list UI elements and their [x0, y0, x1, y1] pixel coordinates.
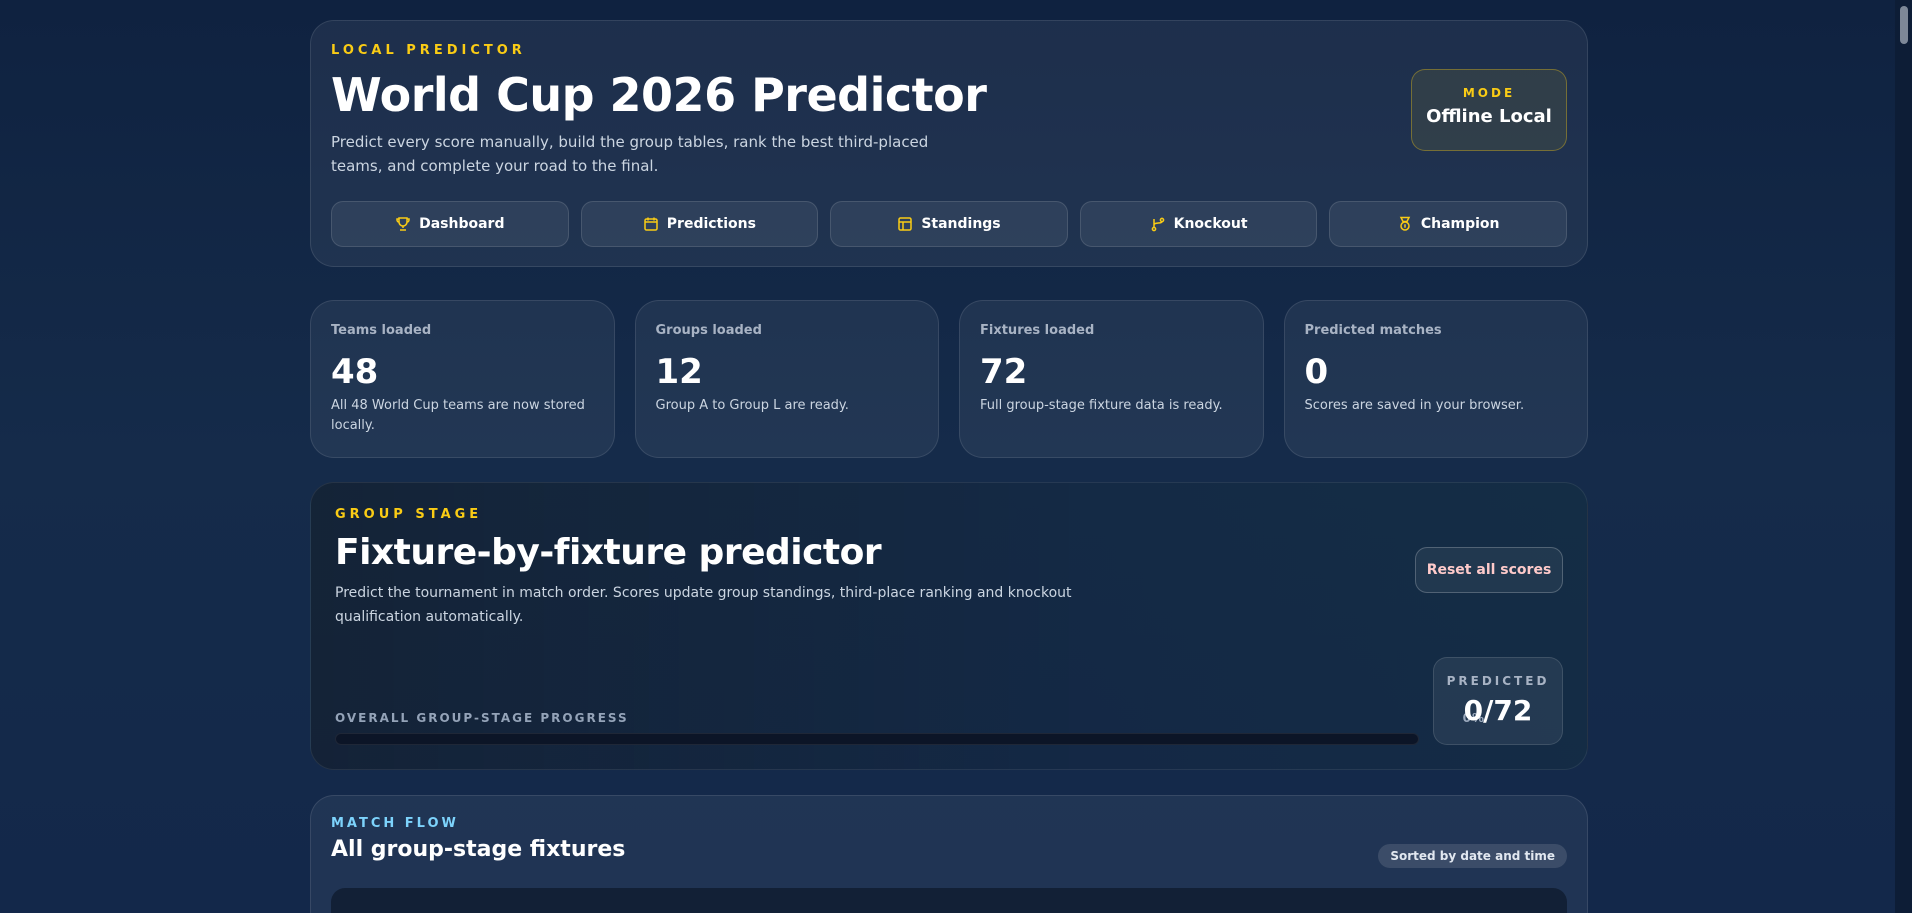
- main-nav: Dashboard Predictions Standings Knockout: [331, 201, 1567, 247]
- nav-predictions-button[interactable]: Predictions: [580, 201, 819, 247]
- match-flow-card: MATCH FLOW All group-stage fixtures Sort…: [310, 795, 1588, 913]
- nav-standings-button[interactable]: Standings: [830, 201, 1068, 247]
- stat-description: Group A to Group L are ready.: [655, 398, 849, 413]
- stat-description: Scores are saved in your browser.: [1304, 398, 1525, 413]
- stats-row: Teams loaded 48 All 48 World Cup teams a…: [310, 300, 1588, 458]
- predicted-value: 0/72: [1463, 694, 1533, 727]
- predicted-count-badge: PREDICTED 0/72: [1433, 657, 1563, 745]
- nav-dashboard-label: Dashboard: [419, 216, 505, 232]
- mode-value: Offline Local: [1426, 106, 1552, 127]
- stat-card-fixtures: Fixtures loaded 72 Full group-stage fixt…: [959, 300, 1264, 458]
- nav-predictions-label: Predictions: [666, 216, 756, 232]
- stat-label: Teams loaded: [331, 323, 432, 338]
- mode-label: MODE: [1462, 86, 1516, 100]
- branch-icon: [1150, 216, 1166, 232]
- page-title: World Cup 2026 Predictor: [331, 68, 987, 122]
- nav-knockout-label: Knockout: [1173, 216, 1248, 232]
- stat-card-predicted: Predicted matches 0 Scores are saved in …: [1283, 300, 1588, 458]
- progress-label: OVERALL GROUP-STAGE PROGRESS: [335, 711, 629, 725]
- trophy-icon: [395, 216, 411, 232]
- stat-value: 0: [1304, 352, 1329, 392]
- hero-description: Predict every score manually, build the …: [331, 133, 929, 175]
- stat-label: Predicted matches: [1304, 323, 1442, 338]
- calendar-icon: [643, 216, 659, 232]
- reset-all-scores-button[interactable]: Reset all scores: [1415, 547, 1563, 593]
- group-stage-card: GROUP STAGE Fixture-by-fixture predictor…: [310, 482, 1588, 770]
- table-icon: [897, 216, 913, 232]
- stat-card-groups: Groups loaded 12 Group A to Group L are …: [634, 300, 939, 458]
- scrollbar-track[interactable]: [1895, 0, 1912, 913]
- stat-card-teams: Teams loaded 48 All 48 World Cup teams a…: [310, 300, 615, 458]
- nav-champion-button[interactable]: Champion: [1329, 201, 1567, 247]
- nav-knockout-button[interactable]: Knockout: [1079, 201, 1318, 247]
- match-flow-eyebrow: MATCH FLOW: [331, 816, 459, 831]
- hero-card: LOCAL PREDICTOR World Cup 2026 Predictor…: [310, 20, 1588, 267]
- group-stage-eyebrow: GROUP STAGE: [335, 507, 483, 522]
- stat-description: All 48 World Cup teams are now stored lo…: [331, 398, 585, 433]
- mode-badge: MODE Offline Local: [1411, 69, 1567, 151]
- hero-eyebrow: LOCAL PREDICTOR: [331, 43, 526, 58]
- stat-value: 72: [980, 352, 1028, 392]
- group-stage-description: Predict the tournament in match order. S…: [335, 585, 1072, 625]
- sorted-badge: Sorted by date and time: [1378, 844, 1567, 868]
- scrollbar-thumb[interactable]: [1900, 6, 1908, 44]
- predicted-label: PREDICTED: [1446, 674, 1550, 688]
- stat-label: Fixtures loaded: [980, 323, 1095, 338]
- stat-label: Groups loaded: [655, 323, 762, 338]
- stat-value: 12: [655, 352, 703, 392]
- stat-description: Full group-stage fixture data is ready.: [980, 398, 1223, 413]
- nav-champion-label: Champion: [1420, 216, 1500, 232]
- fixtures-toolbar: [331, 888, 1567, 913]
- stat-value: 48: [331, 352, 379, 392]
- group-stage-title: Fixture-by-fixture predictor: [335, 532, 882, 573]
- medal-icon: [1397, 216, 1413, 232]
- progress-bar: [335, 733, 1419, 745]
- nav-standings-label: Standings: [921, 216, 1001, 232]
- nav-dashboard-button[interactable]: Dashboard: [331, 201, 569, 247]
- page: LOCAL PREDICTOR World Cup 2026 Predictor…: [0, 0, 1912, 913]
